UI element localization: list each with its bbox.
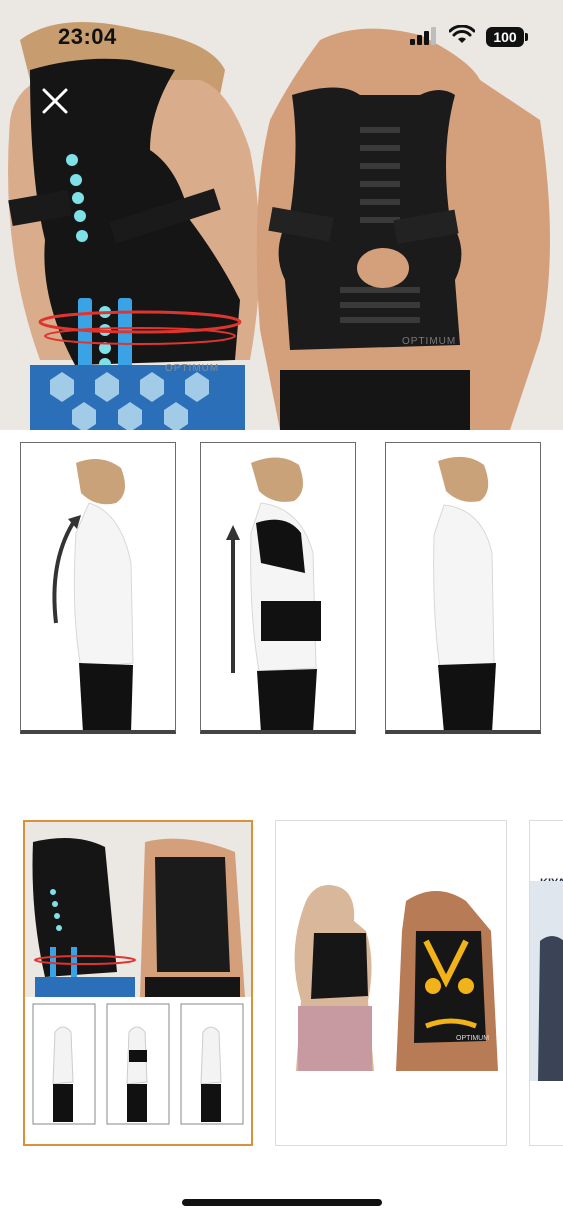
posture-panel-with-brace bbox=[200, 442, 356, 734]
home-indicator[interactable] bbox=[182, 1199, 382, 1206]
posture-panel-after bbox=[385, 442, 541, 734]
thumbnail-1-image bbox=[25, 822, 251, 1125]
close-icon[interactable] bbox=[38, 84, 72, 118]
thumbnail-2-brand: OPTIMUM bbox=[456, 1035, 490, 1042]
status-time: 23:04 bbox=[58, 24, 117, 49]
thumbnail-2-image bbox=[294, 885, 498, 1071]
posture-before-illustration bbox=[52, 459, 134, 730]
posture-panel-before bbox=[20, 442, 176, 734]
signal-icon bbox=[410, 27, 436, 45]
thumbnail-3-partial[interactable]: KIYA bbox=[529, 820, 563, 1146]
status-bar: 23:04 100 bbox=[0, 0, 563, 70]
thumbnail-1-selected[interactable] bbox=[23, 820, 253, 1146]
thumbnail-2[interactable]: OPTIMUM bbox=[275, 820, 507, 1146]
battery-icon: 100 bbox=[486, 27, 524, 47]
wifi-icon bbox=[449, 25, 475, 43]
battery-tip bbox=[525, 33, 528, 41]
thumbnail-3-image bbox=[530, 881, 563, 1081]
posture-brace-illustration bbox=[226, 457, 321, 730]
brand-label-left: OPTIMUM bbox=[165, 363, 220, 374]
brand-label-right: OPTIMUM bbox=[402, 336, 457, 347]
posture-after-illustration bbox=[433, 456, 496, 730]
